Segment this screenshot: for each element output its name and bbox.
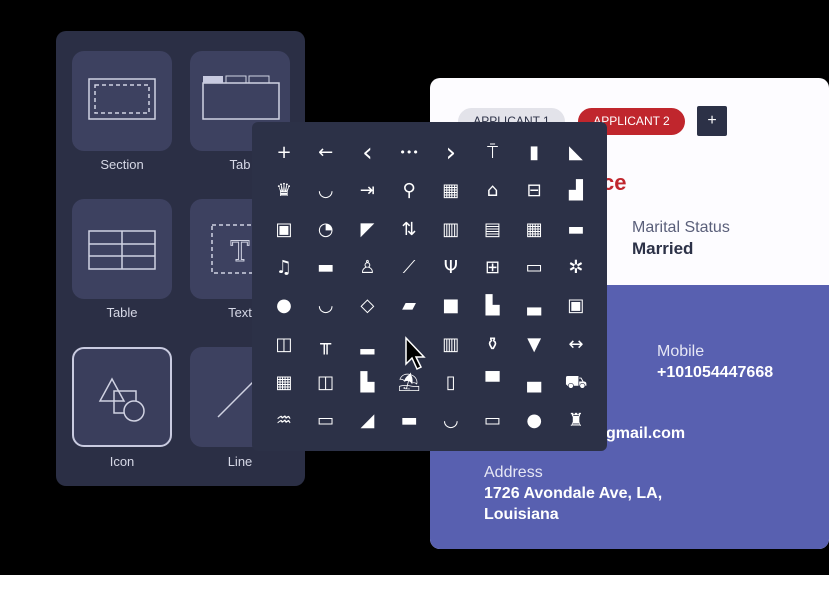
target-icon[interactable]: ◇ (352, 291, 382, 321)
cocktail-icon[interactable]: Ψ (436, 253, 466, 283)
pool-ladder-icon[interactable]: ♒ (269, 406, 299, 436)
add-applicant-button[interactable]: + (697, 106, 727, 136)
bathtub-icon[interactable]: ▃ (519, 291, 549, 321)
basket-icon[interactable]: ◡ (311, 291, 341, 321)
hd-smile-icon[interactable]: ◡ (311, 176, 341, 206)
wardrobe-icon[interactable]: ◫ (269, 330, 299, 360)
chevron-left-icon[interactable]: ‹ (352, 138, 382, 168)
palette-label: Line (227, 454, 253, 469)
palette-tile-icon[interactable] (72, 347, 172, 447)
discount-icon[interactable]: ✲ (561, 253, 591, 283)
rv-icon[interactable]: ▬ (394, 406, 424, 436)
credit-cards-icon[interactable]: ▬ (561, 215, 591, 245)
cash-register-icon[interactable]: ▦ (269, 368, 299, 398)
exit-door-icon[interactable]: ⇥ (352, 176, 382, 206)
shapes-icon (98, 377, 145, 422)
cabinet-icon[interactable]: ◫ (311, 368, 341, 398)
barcode-scan-icon[interactable]: ▥ (436, 215, 466, 245)
marital-status-value: Married (632, 239, 694, 258)
mouse-icon[interactable]: ▮ (519, 138, 549, 168)
scan-icon[interactable]: ⊟ (519, 176, 549, 206)
sort-arrows-icon[interactable]: ⇅ (394, 215, 424, 245)
receipt-icon[interactable]: ▤ (478, 215, 508, 245)
marital-status-label: Marital Status (632, 219, 730, 236)
location-pin-icon[interactable]: ⚲ (394, 176, 424, 206)
mouse-cursor-icon (405, 336, 426, 371)
gift-icon[interactable]: ⊞ (478, 253, 508, 283)
calculator-icon[interactable]: ▦ (519, 215, 549, 245)
toilet-icon[interactable]: ◢ (352, 406, 382, 436)
piggy-bank-icon[interactable]: ● (269, 291, 299, 321)
arrow-left-icon[interactable]: ← (311, 138, 341, 168)
drop-icon[interactable]: ● (519, 406, 549, 436)
dress-icon[interactable]: ♙ (352, 253, 382, 283)
address-label: Address (484, 464, 543, 481)
svg-text:T: T (231, 235, 250, 268)
car-service-icon[interactable]: ⛟ (561, 368, 591, 398)
bar-chart-icon[interactable]: ▙ (352, 368, 382, 398)
sofa-icon[interactable]: ▄ (519, 368, 549, 398)
more-icon[interactable]: ••• (394, 138, 424, 168)
speed-dial-icon[interactable]: ◔ (311, 215, 341, 245)
satellite-dish-icon[interactable]: ◣ (561, 138, 591, 168)
tv-icon[interactable]: ▭ (311, 406, 341, 436)
email-value: gmail.com (606, 425, 686, 442)
plus-icon[interactable]: + (269, 138, 299, 168)
address-line-1: 1726 Avondale Ave, LA, (484, 485, 663, 502)
signal-icon[interactable]: ▟ (561, 176, 591, 206)
mobile-label: Mobile (657, 343, 705, 360)
fire-extinguisher-icon[interactable]: ⚱ (478, 330, 508, 360)
mobile-value: +101054447668 (657, 364, 774, 381)
dumbbell-icon[interactable]: ↔ (561, 330, 591, 360)
section-icon (88, 78, 156, 120)
banknote-icon[interactable]: ▭ (519, 253, 549, 283)
palette-label: Table (106, 305, 138, 320)
chevron-right-icon[interactable]: › (436, 138, 466, 168)
palette-tile-table[interactable] (72, 199, 172, 299)
beach-icon[interactable]: ⛱ (394, 368, 424, 398)
bandage-icon[interactable]: ▭ (478, 406, 508, 436)
dining-table-icon[interactable]: ╥ (311, 330, 341, 360)
pin-cushion-icon[interactable]: ♛ (269, 176, 299, 206)
wallet-icon[interactable]: ▰ (394, 291, 424, 321)
qr-code-icon[interactable]: ▦ (436, 176, 466, 206)
palette-tile-section[interactable] (72, 51, 172, 151)
double-bed-icon[interactable]: ▀ (478, 368, 508, 398)
lamp-icon[interactable]: ▼ (519, 330, 549, 360)
sim-card-icon[interactable]: ▣ (269, 215, 299, 245)
headset-icon[interactable]: ♫ (269, 253, 299, 283)
fridge-icon[interactable]: ▯ (436, 368, 466, 398)
fence-icon[interactable]: ▥ (436, 330, 466, 360)
antenna-icon[interactable]: ⍑ (478, 138, 508, 168)
palette-label: Section (100, 157, 144, 172)
tooth-icon[interactable]: ♜ (561, 406, 591, 436)
box-icon[interactable]: ■ (436, 291, 466, 321)
address-line-2: Louisiana (484, 506, 559, 523)
icon-picker-popup: + ← ‹ ••• › ⍑ ▮ ◣ ♛ ◡ ⇥ ⚲ ▦ ⌂ ⊟ ▟ ▣ ◔ ◤ ⇅ ▥ ▤ ▦ ▬ ♫ ▬ ♙ ⟋ Ψ ⊞ ▭ ✲ ● ◡ ◇ ▰ ■ ▙… (252, 122, 607, 451)
table-icon (88, 230, 156, 270)
palette-label: Icon (109, 454, 135, 469)
escalator-icon[interactable]: ⟋ (394, 253, 424, 283)
router-icon[interactable]: ⌂ (478, 176, 508, 206)
cctv-icon[interactable]: ◤ (352, 215, 382, 245)
mortar-pestle-icon[interactable]: ◡ (436, 406, 466, 436)
van-icon[interactable]: ▬ (311, 253, 341, 283)
mailbox-icon[interactable]: ▙ (478, 291, 508, 321)
bed-icon[interactable]: ▂ (352, 330, 382, 360)
safe-icon[interactable]: ▣ (561, 291, 591, 321)
